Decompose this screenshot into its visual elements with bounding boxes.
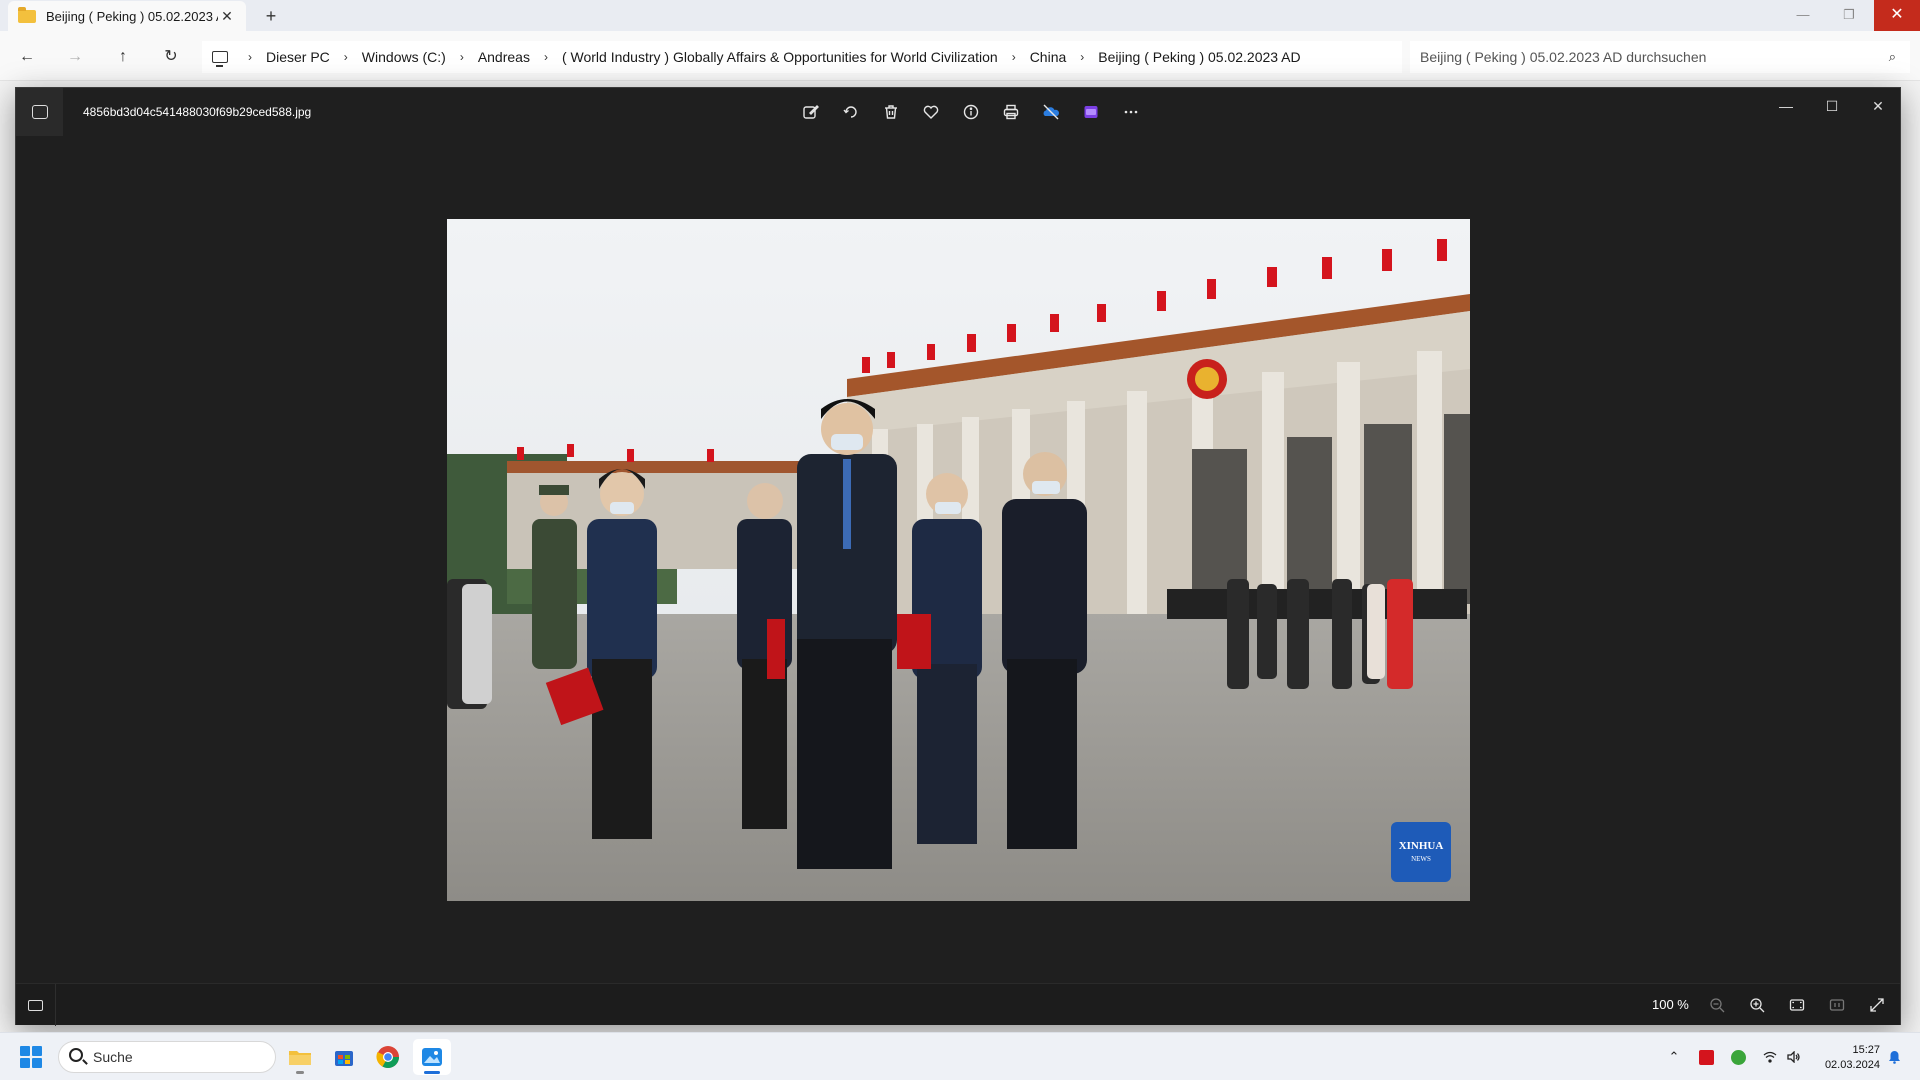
refresh-icon[interactable]: ↻	[158, 44, 184, 70]
zoom-out-icon[interactable]	[1706, 994, 1728, 1016]
explorer-background-pane	[0, 82, 15, 1022]
photo-image: XINHUA NEWS	[447, 219, 1470, 901]
fullscreen-icon[interactable]	[1866, 994, 1888, 1016]
viewer-minimize-button[interactable]: —	[1763, 94, 1809, 118]
search-icon: ⌕	[1888, 49, 1896, 64]
onedrive-icon[interactable]	[1031, 100, 1071, 124]
explorer-tab[interactable]: Beijing ( Peking ) 05.02.2023 A ✕	[8, 1, 246, 31]
forward-arrow-icon[interactable]: →	[62, 44, 88, 70]
taskbar: Suche ⌃ 15:27 02.03.2024	[0, 1032, 1920, 1080]
folder-icon	[18, 6, 36, 23]
zoom-level: 100 %	[1652, 997, 1689, 1012]
explorer-tab-bar: Beijing ( Peking ) 05.02.2023 A ✕ + — ❐ …	[0, 0, 1920, 31]
security-tray-icon[interactable]	[1726, 1033, 1750, 1080]
print-icon[interactable]	[991, 100, 1031, 124]
info-icon[interactable]	[951, 100, 991, 124]
viewer-bottom-bar: 100 %	[16, 983, 1900, 1026]
notification-bell-icon[interactable]	[1882, 1033, 1906, 1080]
breadcrumb-item[interactable]: Andreas	[478, 49, 530, 65]
chrome-icon[interactable]	[369, 1039, 407, 1075]
clipchamp-icon[interactable]	[1071, 100, 1111, 124]
minimize-button[interactable]: —	[1780, 0, 1826, 31]
breadcrumb-item[interactable]: China	[1030, 49, 1067, 65]
store-icon[interactable]	[325, 1039, 363, 1075]
displayed-photo[interactable]: XINHUA NEWS	[447, 219, 1470, 901]
more-icon[interactable]	[1111, 100, 1151, 124]
zoom-in-icon[interactable]	[1746, 994, 1768, 1016]
taskbar-search-input[interactable]: Suche	[58, 1041, 276, 1073]
photo-viewer-window: 4856bd3d04c541488030f69b29ced588.jpg — ☐…	[15, 87, 1901, 1026]
explorer-address-bar: ← → ↑ ↻ › Dieser PC › Windows (C:) › And…	[0, 31, 1920, 81]
rotate-icon[interactable]	[831, 100, 871, 124]
wifi-icon[interactable]	[1758, 1033, 1782, 1080]
clock-time: 15:27	[1852, 1044, 1880, 1056]
viewer-maximize-button[interactable]: ☐	[1809, 94, 1855, 118]
volume-icon[interactable]	[1782, 1033, 1806, 1080]
file-explorer-icon[interactable]	[281, 1039, 319, 1075]
breadcrumb: › Dieser PC › Windows (C:) › Andreas › (…	[202, 41, 1402, 73]
favorite-icon[interactable]	[911, 100, 951, 124]
chevron-up-icon[interactable]: ⌃	[1662, 1033, 1686, 1080]
clock-date: 02.03.2024	[1824, 1059, 1880, 1071]
explorer-search-input[interactable]: Beijing ( Peking ) 05.02.2023 AD durchsu…	[1410, 41, 1910, 73]
chevron-right-icon[interactable]: ›	[248, 50, 252, 64]
tab-title: Beijing ( Peking ) 05.02.2023 A	[46, 8, 218, 24]
chevron-right-icon[interactable]: ›	[1012, 50, 1016, 64]
chevron-right-icon[interactable]: ›	[544, 50, 548, 64]
photos-taskbar-icon[interactable]	[413, 1039, 451, 1075]
delete-icon[interactable]	[871, 100, 911, 124]
viewer-filename: 4856bd3d04c541488030f69b29ced588.jpg	[83, 105, 312, 119]
taskbar-search-label: Suche	[93, 1049, 133, 1065]
search-icon	[69, 1048, 83, 1062]
start-button[interactable]	[20, 1046, 42, 1068]
breadcrumb-item[interactable]: ( World Industry ) Globally Affairs & Op…	[562, 49, 998, 65]
viewer-toolbar	[791, 100, 1151, 124]
tab-close-button[interactable]: ✕	[218, 8, 236, 25]
computer-icon[interactable]	[212, 51, 228, 67]
back-arrow-icon[interactable]: ←	[14, 44, 40, 70]
acrobat-tray-icon[interactable]	[1694, 1033, 1718, 1080]
search-placeholder: Beijing ( Peking ) 05.02.2023 AD durchsu…	[1420, 49, 1707, 65]
viewer-close-button[interactable]: ✕	[1855, 94, 1901, 118]
edit-icon[interactable]	[791, 100, 831, 124]
filmstrip-icon[interactable]	[16, 984, 56, 1026]
breadcrumb-item[interactable]: Beijing ( Peking ) 05.02.2023 AD	[1098, 49, 1300, 65]
chevron-right-icon[interactable]: ›	[1080, 50, 1084, 64]
new-tab-button[interactable]: +	[258, 4, 284, 28]
up-arrow-icon[interactable]: ↑	[110, 44, 136, 70]
close-button[interactable]: ✕	[1874, 0, 1920, 31]
chevron-right-icon[interactable]: ›	[344, 50, 348, 64]
chevron-right-icon[interactable]: ›	[460, 50, 464, 64]
watermark-line1: XINHUA	[1399, 840, 1444, 852]
actual-size-icon[interactable]	[1826, 994, 1848, 1016]
taskbar-clock[interactable]: 15:27 02.03.2024	[1810, 1043, 1880, 1073]
watermark-logo	[1391, 822, 1451, 882]
photos-app-icon	[16, 88, 63, 136]
watermark-line2: NEWS	[1411, 855, 1431, 863]
breadcrumb-item[interactable]: Dieser PC	[266, 49, 330, 65]
fit-to-window-icon[interactable]	[1786, 994, 1808, 1016]
restore-button[interactable]: ❐	[1826, 0, 1872, 31]
breadcrumb-item[interactable]: Windows (C:)	[362, 49, 446, 65]
